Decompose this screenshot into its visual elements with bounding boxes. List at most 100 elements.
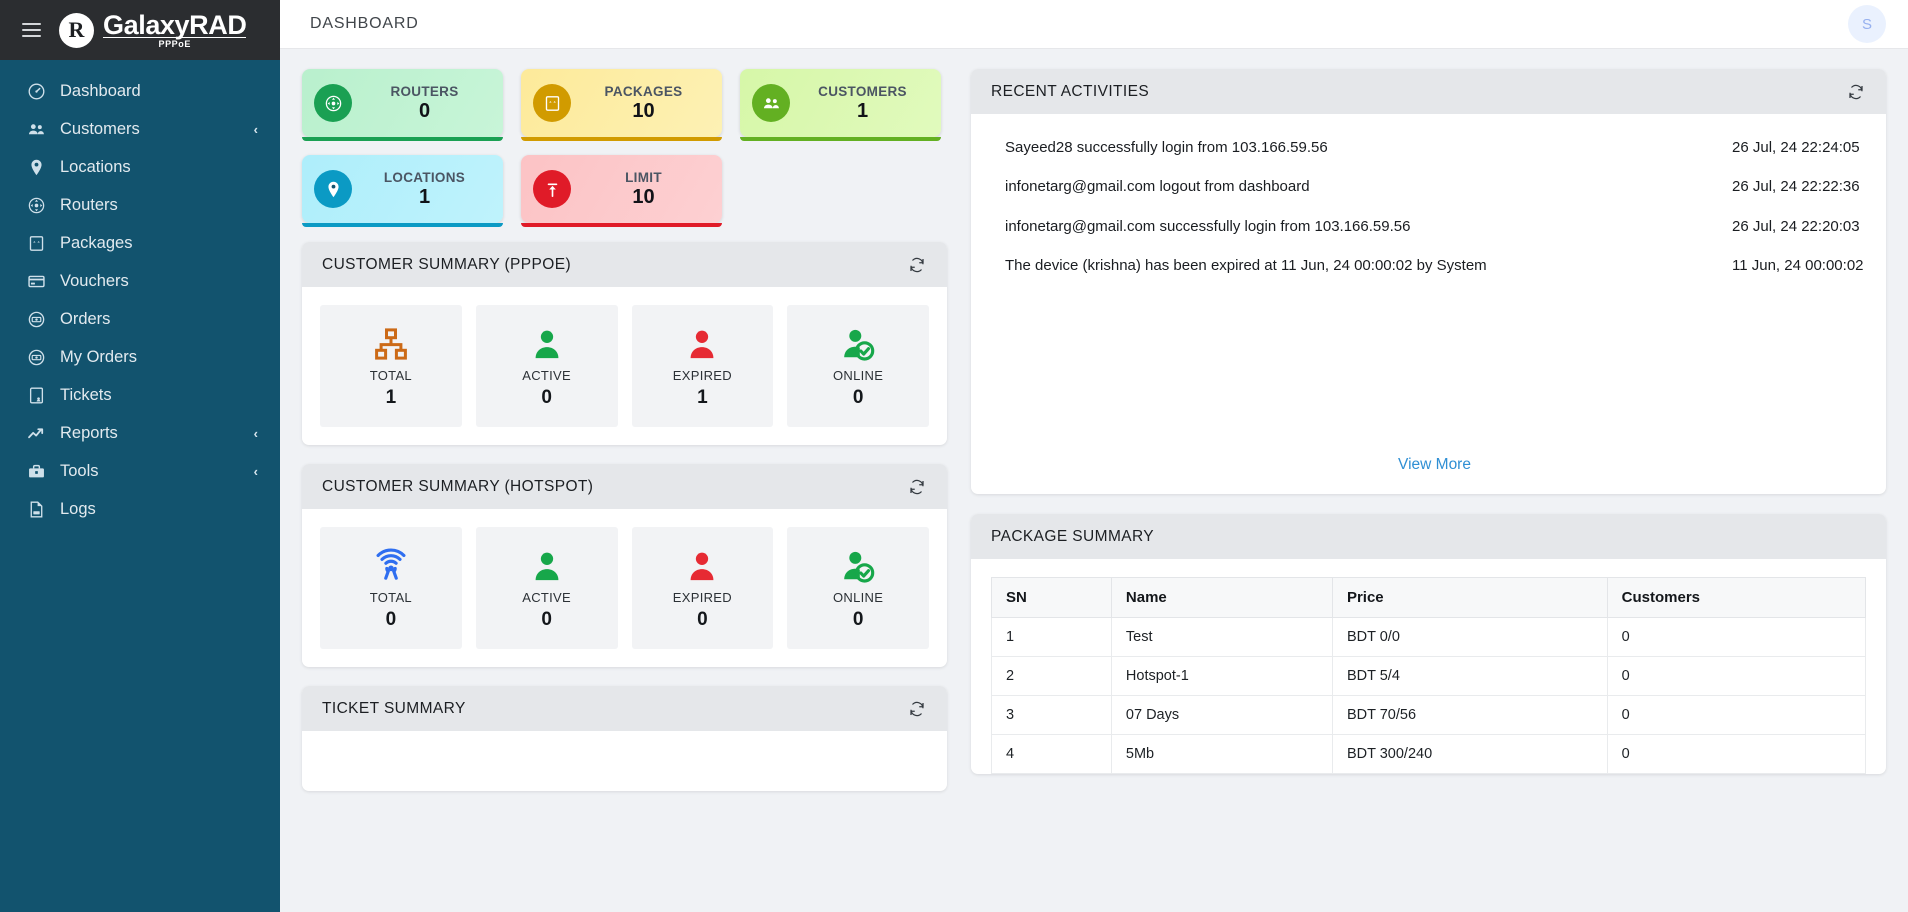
column-header-price: Price xyxy=(1331,577,1608,618)
dashboard-content: ROUTERS 0 PACKAGES 10 CUSTOMERS 1 LOCATIONS 1 LI… xyxy=(280,49,1908,912)
sidebar-item-tickets[interactable]: Tickets xyxy=(0,376,280,414)
summary-tile-expired[interactable]: EXPIRED 1 xyxy=(631,305,774,427)
app-root: R GalaxyRAD PPPoE Dashboard Customers ‹ Loc… xyxy=(0,0,1908,912)
cell-customers: 0 xyxy=(1606,734,1867,774)
column-header-customers: Customers xyxy=(1606,577,1867,618)
refresh-icon[interactable] xyxy=(1846,82,1866,102)
router-icon xyxy=(314,84,352,122)
map-pin-icon xyxy=(314,170,352,208)
sidebar-item-label: Reports xyxy=(60,423,118,442)
column-header-sn: SN xyxy=(991,577,1112,618)
stat-value: 0 xyxy=(418,99,431,122)
brand-mark-letter: R xyxy=(68,17,85,42)
refresh-icon[interactable] xyxy=(907,255,927,275)
cell-name: 07 Days xyxy=(1110,695,1333,735)
activity-time: 26 Jul, 24 22:22:36 xyxy=(1732,178,1860,196)
stat-card-customers[interactable]: CUSTOMERS 1 xyxy=(740,69,941,141)
sidebar-item-label: Routers xyxy=(60,195,118,214)
column-header-name: Name xyxy=(1110,577,1333,618)
stat-card-limit[interactable]: LIMIT 10 xyxy=(521,155,722,227)
sidebar-item-packages[interactable]: Packages xyxy=(0,224,280,262)
stat-label: LIMIT xyxy=(625,169,662,185)
user-check-icon xyxy=(840,546,876,586)
map-pin-icon xyxy=(26,157,47,178)
stat-card-routers[interactable]: ROUTERS 0 xyxy=(302,69,503,141)
sidebar-nav: Dashboard Customers ‹ Locations Routers Packa… xyxy=(0,60,280,528)
sidebar-item-label: Vouchers xyxy=(60,271,129,290)
pppoe-summary-body: TOTAL 1 ACTIVE 0 EXPIRED 1 ONLINE 0 xyxy=(302,287,947,445)
hotspot-tile-grid: TOTAL 0 ACTIVE 0 EXPIRED 0 ONLINE 0 xyxy=(320,527,929,649)
cell-name: 5Mb xyxy=(1110,734,1333,774)
summary-tile-label: TOTAL xyxy=(369,367,412,383)
stat-card-locations[interactable]: LOCATIONS 1 xyxy=(302,155,503,227)
pppoe-summary-panel: CUSTOMER SUMMARY (PPPOE) TOTAL 1 ACTIVE 0 EX… xyxy=(302,242,947,445)
view-more-link[interactable]: View More xyxy=(1398,456,1471,473)
summary-tile-label: ACTIVE xyxy=(522,589,571,605)
summary-tile-value: 0 xyxy=(697,608,708,630)
summary-tile-active[interactable]: ACTIVE 0 xyxy=(475,527,618,649)
stat-card-packages[interactable]: PACKAGES 10 xyxy=(521,69,722,141)
package-summary-title: PACKAGE SUMMARY xyxy=(991,527,1155,545)
user-icon xyxy=(529,324,565,364)
stat-label: PACKAGES xyxy=(604,83,683,99)
summary-tile-label: ONLINE xyxy=(833,589,884,605)
hamburger-menu-icon[interactable] xyxy=(22,23,41,37)
wifi-signal-icon xyxy=(373,546,409,586)
summary-tile-online[interactable]: ONLINE 0 xyxy=(787,527,929,649)
cell-sn: 3 xyxy=(991,695,1112,735)
summary-tile-total[interactable]: TOTAL 0 xyxy=(320,527,462,649)
brand-logo[interactable]: R GalaxyRAD PPPoE xyxy=(59,11,247,49)
topbar: DASHBOARD S xyxy=(280,0,1908,49)
sidebar-item-locations[interactable]: Locations xyxy=(0,148,280,186)
avatar[interactable]: S xyxy=(1848,5,1886,43)
cell-sn: 2 xyxy=(991,656,1112,696)
sidebar-item-customers[interactable]: Customers ‹ xyxy=(0,110,280,148)
summary-tile-value: 1 xyxy=(697,386,708,408)
summary-tile-expired[interactable]: EXPIRED 0 xyxy=(631,527,774,649)
summary-tile-total[interactable]: TOTAL 1 xyxy=(320,305,462,427)
sidebar-item-reports[interactable]: Reports ‹ xyxy=(0,414,280,452)
limit-up-icon xyxy=(533,170,571,208)
ticket-summary-panel: TICKET SUMMARY xyxy=(302,686,947,791)
activity-text: infonetarg@gmail.com logout from dashboa… xyxy=(1005,178,1310,196)
stat-value: 10 xyxy=(632,99,655,122)
stat-value: 10 xyxy=(632,185,655,208)
pppoe-summary-title: CUSTOMER SUMMARY (PPPOE) xyxy=(322,255,572,273)
sidebar-item-my-orders[interactable]: My Orders xyxy=(0,338,280,376)
chevron-left-icon: ‹ xyxy=(253,121,258,137)
sidebar-item-vouchers[interactable]: Vouchers xyxy=(0,262,280,300)
summary-tile-value: 1 xyxy=(385,386,397,408)
summary-tile-label: TOTAL xyxy=(369,589,412,605)
brand-subtitle: PPPoE xyxy=(103,36,247,49)
sidebar-item-label: My Orders xyxy=(60,347,138,366)
sidebar-item-orders[interactable]: Orders xyxy=(0,300,280,338)
sidebar-item-logs[interactable]: Logs xyxy=(0,490,280,528)
package-summary-body: SN Name Price Customers 1 Test BDT 0/0 0 2 Hotsp… xyxy=(971,559,1886,774)
cell-customers: 0 xyxy=(1606,617,1867,657)
hotspot-summary-panel: CUSTOMER SUMMARY (HOTSPOT) TOTAL 0 ACTIVE 0… xyxy=(302,464,947,667)
sidebar-item-dashboard[interactable]: Dashboard xyxy=(0,72,280,110)
summary-tile-active[interactable]: ACTIVE 0 xyxy=(475,305,618,427)
cell-name: Test xyxy=(1110,617,1333,657)
ticket-list-icon xyxy=(26,385,47,406)
activity-row: infonetarg@gmail.com logout from dashboa… xyxy=(1005,167,1864,206)
ticket-summary-header: TICKET SUMMARY xyxy=(302,686,947,731)
summary-tile-online[interactable]: ONLINE 0 xyxy=(787,305,929,427)
stat-value: 1 xyxy=(856,99,869,122)
cell-price: BDT 70/56 xyxy=(1331,695,1608,735)
refresh-icon[interactable] xyxy=(907,699,927,719)
refresh-icon[interactable] xyxy=(907,477,927,497)
package-icon xyxy=(533,84,571,122)
sidebar-item-label: Orders xyxy=(60,309,111,328)
sidebar-item-label: Locations xyxy=(60,157,131,176)
hotspot-summary-header: CUSTOMER SUMMARY (HOTSPOT) xyxy=(302,464,947,509)
sidebar-item-tools[interactable]: Tools ‹ xyxy=(0,452,280,490)
sidebar-item-label: Logs xyxy=(60,499,96,518)
sidebar-item-routers[interactable]: Routers xyxy=(0,186,280,224)
package-summary-header: PACKAGE SUMMARY xyxy=(971,514,1886,559)
users-icon xyxy=(26,119,47,140)
users-icon xyxy=(752,84,790,122)
user-icon xyxy=(684,546,720,586)
sidebar-item-label: Tickets xyxy=(60,385,112,404)
voucher-card-icon xyxy=(26,271,47,292)
